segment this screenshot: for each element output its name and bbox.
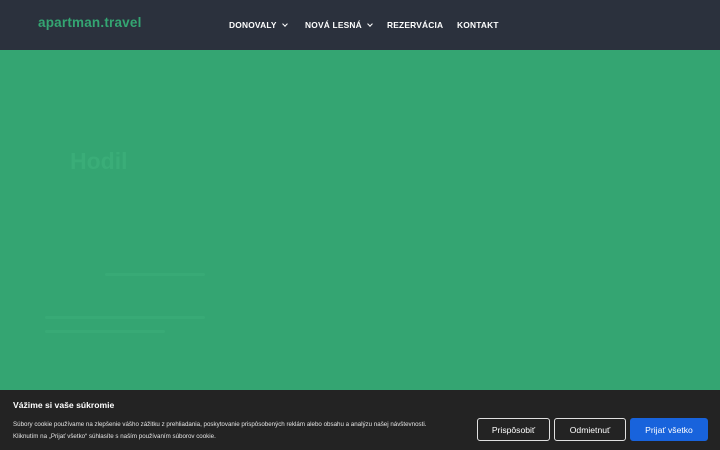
hero-heading: Hodil: [70, 148, 128, 174]
site-logo[interactable]: apartman.travel: [38, 15, 142, 30]
hero-placeholder-line: [105, 273, 205, 276]
cookie-banner-text: Súbory cookie používame na zlepšenie váš…: [13, 419, 463, 442]
hero-section: [0, 50, 720, 390]
nav-item-label: KONTAKT: [457, 20, 499, 30]
cookie-text-line: Kliknutím na „Prijať všetko“ súhlasíte s…: [13, 432, 216, 440]
site-header: apartman.travel DONOVALY NOVÁ LESNÁ REZE…: [0, 0, 720, 50]
chevron-down-icon: [281, 21, 288, 27]
reject-button[interactable]: Odmietnuť: [554, 418, 626, 441]
hero-placeholder-line: [45, 330, 165, 333]
hero-placeholder-line: [45, 316, 205, 319]
nav-item-rezervacia[interactable]: REZERVÁCIA: [387, 19, 443, 31]
nav-item-kontakt[interactable]: KONTAKT: [457, 19, 499, 31]
cookie-banner-title: Vážime si vaše súkromie: [13, 400, 115, 410]
cookie-consent-banner: Vážime si vaše súkromie Súbory cookie po…: [0, 390, 720, 450]
nav-item-donovaly[interactable]: DONOVALY: [229, 19, 288, 31]
cookie-text-line: Súbory cookie používame na zlepšenie váš…: [13, 421, 427, 428]
nav-item-label: DONOVALY: [229, 20, 277, 30]
accept-all-button[interactable]: Prijať všetko: [630, 418, 708, 441]
nav-item-nova-lesna[interactable]: NOVÁ LESNÁ: [305, 19, 373, 31]
nav-item-label: NOVÁ LESNÁ: [305, 20, 362, 30]
nav-item-label: REZERVÁCIA: [387, 20, 444, 30]
customize-button[interactable]: Prispôsobiť: [477, 418, 550, 441]
chevron-down-icon: [367, 21, 373, 27]
